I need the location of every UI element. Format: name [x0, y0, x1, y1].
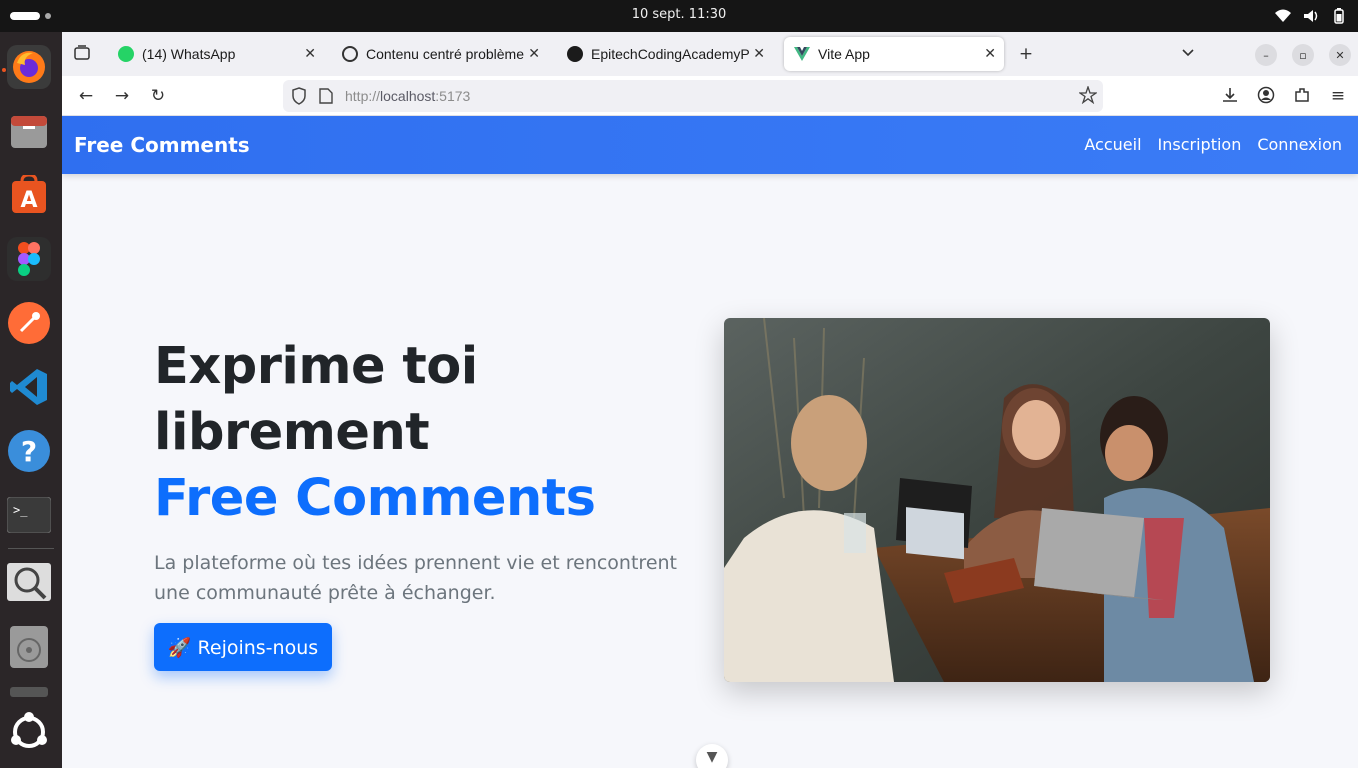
- app-dock: A ? >_: [0, 32, 62, 768]
- url-scheme: http://: [345, 88, 381, 104]
- join-button[interactable]: 🚀 Rejoins-nous: [154, 623, 332, 671]
- tab-chatgpt[interactable]: Contenu centré problème ✕: [342, 37, 548, 71]
- extensions-icon[interactable]: [1292, 86, 1312, 106]
- hero-title-line2: librement: [154, 403, 430, 462]
- list-tabs-icon[interactable]: [1178, 44, 1198, 64]
- svg-text:?: ?: [21, 435, 37, 468]
- url-port: :5173: [435, 88, 471, 104]
- hero-title: Exprime toi librement Free Comments: [154, 334, 714, 532]
- vue-icon: [794, 46, 810, 62]
- new-tab-icon[interactable]: +: [1016, 44, 1036, 64]
- reload-icon[interactable]: ↻: [148, 86, 168, 106]
- app-center-icon[interactable]: A: [7, 173, 51, 217]
- tab-title: Contenu centré problème: [366, 46, 524, 62]
- volume-icon: [1302, 7, 1320, 25]
- github-icon: [567, 46, 583, 62]
- trash-icon[interactable]: [7, 687, 51, 697]
- chevron-down-icon: ▼: [706, 749, 718, 765]
- system-top-bar: 10 sept. 11:30: [0, 0, 1358, 32]
- system-tray[interactable]: [1274, 7, 1348, 25]
- maximize-icon[interactable]: ▫: [1292, 44, 1314, 66]
- minimize-icon[interactable]: –: [1255, 44, 1277, 66]
- site-nav-links: Accueil Inscription Connexion: [1084, 135, 1342, 154]
- close-tab-icon[interactable]: ✕: [304, 45, 316, 62]
- browser-toolbar: ← → ↻ http://localhost:5173 ≡: [62, 76, 1358, 116]
- bookmark-star-icon[interactable]: [1077, 84, 1099, 108]
- address-bar[interactable]: http://localhost:5173: [283, 80, 1103, 112]
- people-at-cafe-illustration: [724, 318, 1270, 682]
- downloads-icon[interactable]: [1220, 86, 1240, 106]
- disk-icon[interactable]: [7, 625, 51, 669]
- wifi-icon: [1274, 7, 1292, 25]
- forward-icon[interactable]: →: [112, 86, 132, 106]
- files-icon[interactable]: [7, 109, 51, 153]
- hero-subtitle: La plateforme où tes idées prennent vie …: [154, 552, 678, 604]
- close-tab-icon[interactable]: ✕: [753, 45, 765, 62]
- menu-icon[interactable]: ≡: [1328, 86, 1348, 106]
- tab-vite-app[interactable]: Vite App ✕: [784, 37, 1004, 71]
- nav-inscription[interactable]: Inscription: [1158, 135, 1242, 154]
- nav-accueil[interactable]: Accueil: [1084, 135, 1141, 154]
- tab-whatsapp[interactable]: (14) WhatsApp ✕: [118, 37, 324, 71]
- close-window-icon[interactable]: ✕: [1329, 44, 1351, 66]
- url-text[interactable]: http://localhost:5173: [345, 88, 470, 104]
- dock-separator: [8, 548, 54, 549]
- site-navbar: Free Comments Accueil Inscription Connex…: [62, 116, 1358, 174]
- whatsapp-icon: [118, 46, 134, 62]
- active-indicator: [2, 68, 6, 72]
- account-icon[interactable]: [1256, 86, 1276, 106]
- battery-icon: [1330, 7, 1348, 25]
- tab-title: (14) WhatsApp: [142, 46, 236, 62]
- tab-github[interactable]: EpitechCodingAcademyP ✕: [567, 37, 773, 71]
- chatgpt-icon: [342, 46, 358, 62]
- close-tab-icon[interactable]: ✕: [984, 45, 996, 62]
- scroll-down-button[interactable]: ▼: [696, 744, 728, 768]
- nav-connexion[interactable]: Connexion: [1257, 135, 1342, 154]
- hero-title-accent: Free Comments: [154, 469, 596, 528]
- firefox-window: (14) WhatsApp ✕ Contenu centré problème …: [62, 32, 1358, 768]
- shield-icon[interactable]: [291, 87, 307, 109]
- close-tab-icon[interactable]: ✕: [528, 45, 540, 62]
- tab-title: EpitechCodingAcademyP: [591, 46, 750, 62]
- system-clock[interactable]: 10 sept. 11:30: [0, 7, 1358, 22]
- hero-title-line1: Exprime toi: [154, 337, 478, 396]
- tab-overview-icon[interactable]: [72, 44, 92, 64]
- firefox-icon[interactable]: [7, 45, 51, 89]
- help-icon[interactable]: ?: [7, 429, 51, 473]
- terminal-icon[interactable]: >_: [7, 493, 51, 537]
- site-brand[interactable]: Free Comments: [74, 133, 250, 157]
- vscode-icon[interactable]: [7, 365, 51, 409]
- show-apps-icon[interactable]: [7, 710, 51, 754]
- back-icon[interactable]: ←: [76, 86, 96, 106]
- url-host: localhost: [380, 88, 436, 104]
- page-info-icon[interactable]: [319, 88, 333, 108]
- page-viewport: Free Comments Accueil Inscription Connex…: [62, 116, 1358, 768]
- hero-photo: [724, 318, 1270, 682]
- figma-icon[interactable]: [7, 237, 51, 281]
- svg-text:>_: >_: [13, 503, 28, 517]
- svg-text:A: A: [20, 188, 37, 213]
- postman-icon[interactable]: [7, 301, 51, 345]
- tab-title: Vite App: [818, 46, 870, 62]
- image-viewer-icon[interactable]: [7, 560, 51, 604]
- tab-strip: (14) WhatsApp ✕ Contenu centré problème …: [62, 32, 1358, 76]
